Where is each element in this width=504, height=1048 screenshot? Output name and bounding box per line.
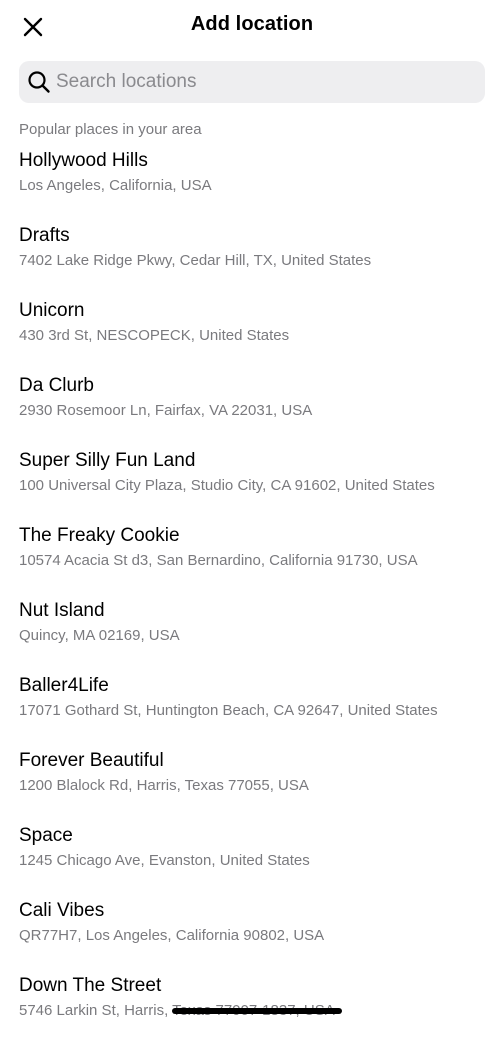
home-indicator (172, 1008, 342, 1014)
location-name: Drafts (19, 225, 70, 246)
list-item[interactable]: Unicorn 430 3rd St, NESCOPECK, United Sta… (0, 298, 504, 373)
list-item[interactable]: The Freaky Cookie 10574 Acacia St d3, San… (0, 523, 504, 598)
location-name: Cali Vibes (19, 900, 105, 921)
location-address: Los Angeles, California, USA (19, 177, 212, 194)
list-item[interactable]: Cali Vibes QR77H7, Los Angeles, Californi… (0, 898, 504, 973)
location-name: Hollywood Hills (19, 150, 148, 171)
location-address: 1200 Blalock Rd, Harris, Texas 77055, US… (19, 777, 309, 794)
page-title: Add location (190, 13, 314, 35)
locations-list: Hollywood Hills Los Angeles, California, … (0, 148, 504, 1048)
location-name: Space (19, 825, 73, 846)
list-item[interactable]: Drafts 7402 Lake Ridge Pkwy, Cedar Hill, … (0, 223, 504, 298)
section-title: Popular places in your area (19, 121, 202, 138)
location-name: Super Silly Fun Land (19, 450, 196, 471)
location-name: Unicorn (19, 300, 85, 321)
location-address: 10574 Acacia St d3, San Bernardino, Cali… (19, 552, 418, 569)
location-address: Quincy, MA 02169, USA (19, 627, 180, 644)
list-item[interactable]: Nut Island Quincy, MA 02169, USA (0, 598, 504, 673)
list-item[interactable]: Hollywood Hills Los Angeles, California, … (0, 148, 504, 223)
location-address: 100 Universal City Plaza, Studio City, C… (19, 477, 435, 494)
list-item[interactable]: Super Silly Fun Land 100 Universal City P… (0, 448, 504, 523)
location-name: Baller4Life (19, 675, 109, 696)
search-bar[interactable] (19, 61, 485, 103)
list-item[interactable]: Space 1245 Chicago Ave, Evanston, United … (0, 823, 504, 898)
header: Add location (0, 0, 504, 52)
location-name: Forever Beautiful (19, 750, 164, 771)
list-item[interactable]: Forever Beautiful 1200 Blalock Rd, Harris… (0, 748, 504, 823)
location-address: 2930 Rosemoor Ln, Fairfax, VA 22031, USA (19, 402, 313, 419)
location-name: Down The Street (19, 975, 162, 996)
location-address: 17071 Gothard St, Huntington Beach, CA 9… (19, 702, 438, 719)
list-item[interactable]: Baller4Life 17071 Gothard St, Huntington … (0, 673, 504, 748)
location-address: 1245 Chicago Ave, Evanston, United State… (19, 852, 310, 869)
location-name: Nut Island (19, 600, 105, 621)
location-address: 7402 Lake Ridge Pkwy, Cedar Hill, TX, Un… (19, 252, 372, 269)
list-item[interactable]: Da Clurb 2930 Rosemoor Ln, Fairfax, VA 22… (0, 373, 504, 448)
location-address: 430 3rd St, NESCOPECK, United States (19, 327, 290, 344)
search-icon (28, 71, 50, 93)
search-input[interactable] (56, 61, 476, 103)
location-name: The Freaky Cookie (19, 525, 180, 546)
location-address: QR77H7, Los Angeles, California 90802, U… (19, 927, 325, 944)
location-name: Da Clurb (19, 375, 94, 396)
